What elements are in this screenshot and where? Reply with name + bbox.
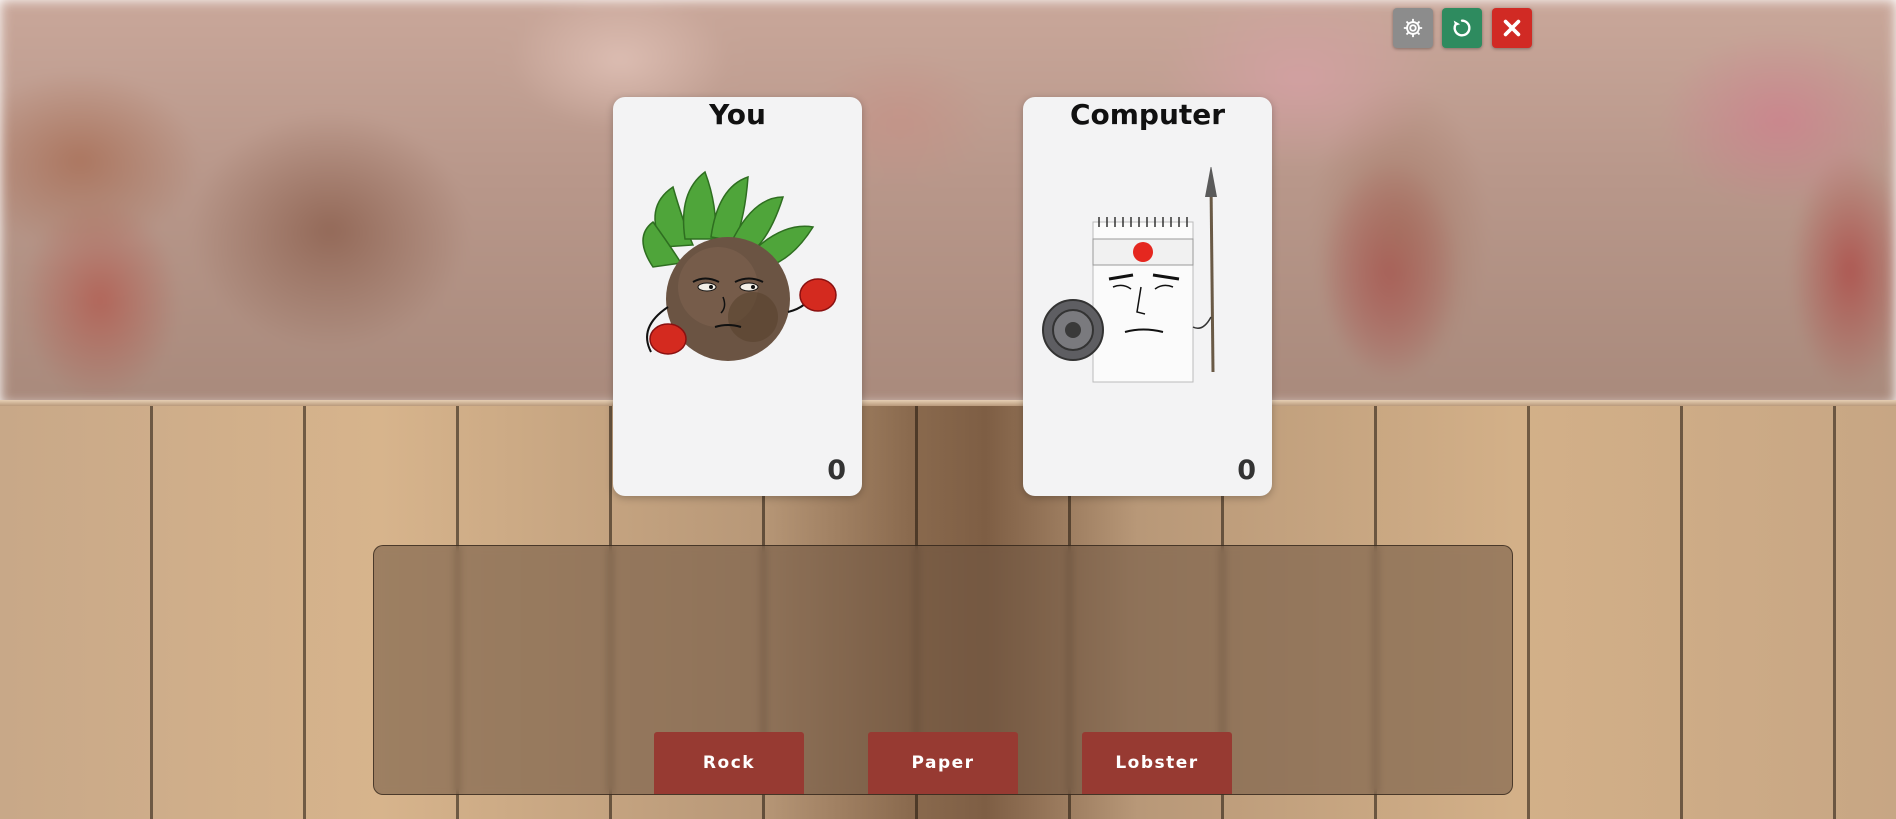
rock-button[interactable]: Rock <box>654 732 804 794</box>
computer-card-title: Computer <box>1069 98 1226 131</box>
background-wall <box>0 0 1896 405</box>
table-edge <box>0 400 1896 406</box>
settings-button[interactable] <box>1393 8 1433 48</box>
restart-button[interactable] <box>1442 8 1482 48</box>
close-icon <box>1503 19 1521 37</box>
lobster-button[interactable]: Lobster <box>1082 732 1232 794</box>
rock-character-image <box>642 170 837 361</box>
paper-button[interactable]: Paper <box>868 732 1018 794</box>
player-score: 0 <box>827 455 846 486</box>
paper-warrior-character-image <box>1042 167 1217 383</box>
computer-score: 0 <box>1237 455 1256 486</box>
close-button[interactable] <box>1492 8 1532 48</box>
computer-card: Computer 0 <box>1023 97 1272 496</box>
gear-icon <box>1403 18 1423 38</box>
restart-icon <box>1453 19 1471 37</box>
player-card-title: You <box>709 98 766 131</box>
player-card: You 0 <box>613 97 862 496</box>
